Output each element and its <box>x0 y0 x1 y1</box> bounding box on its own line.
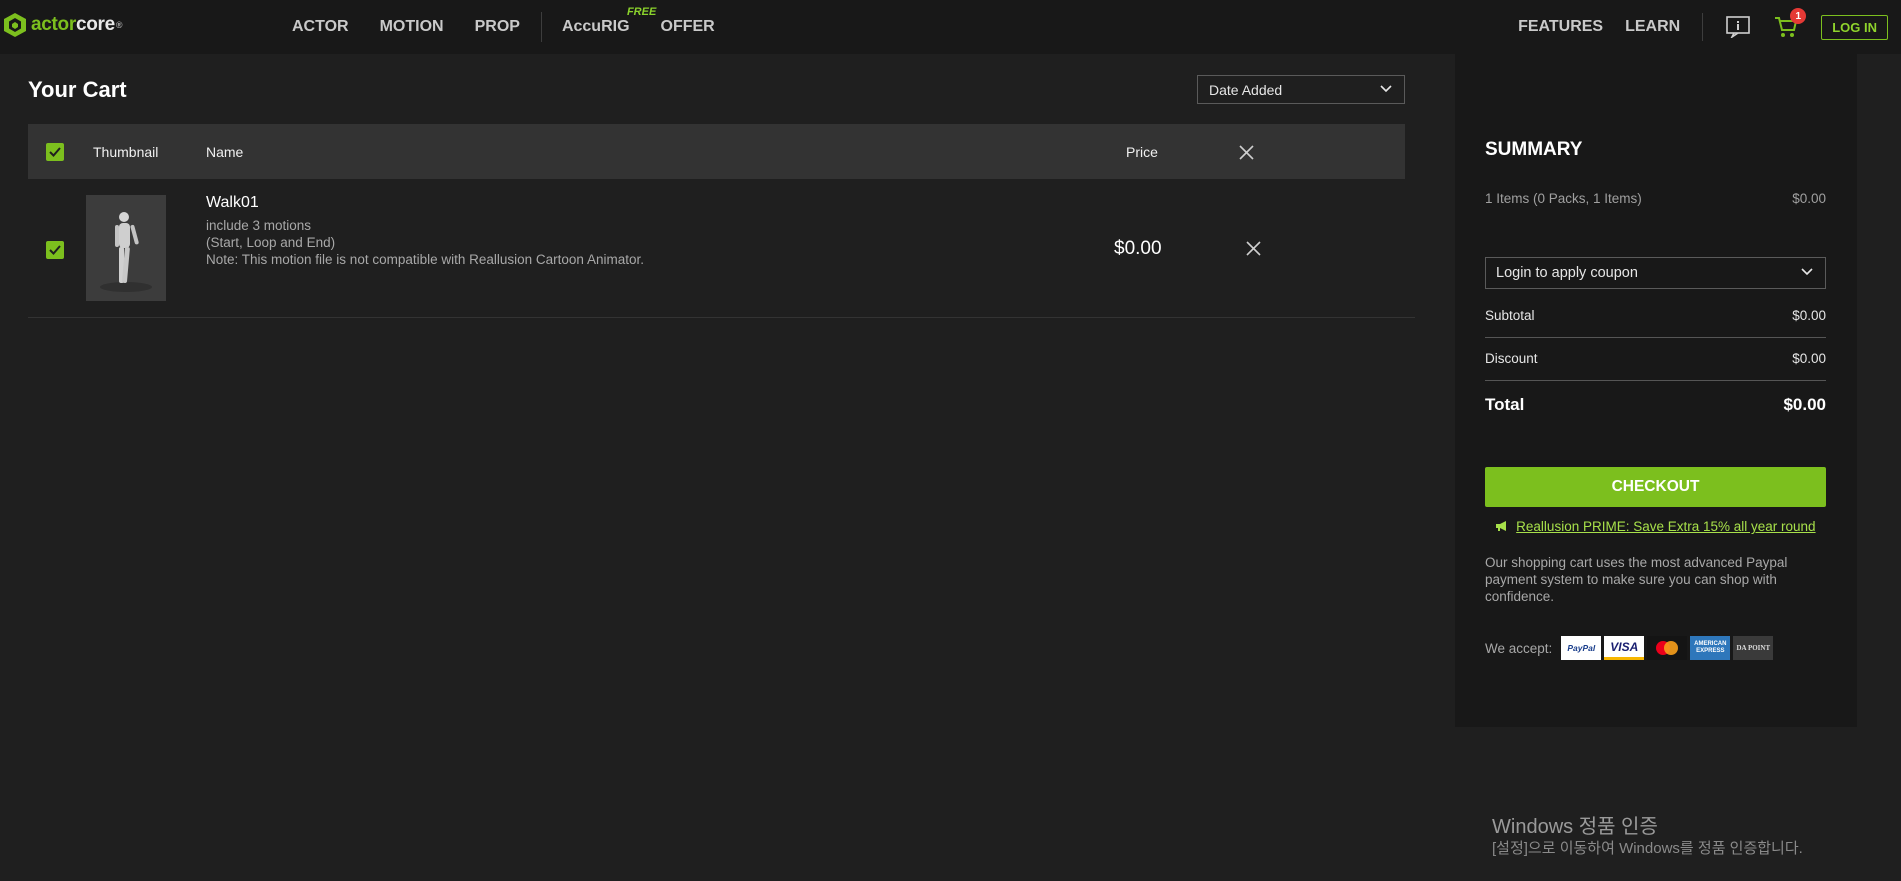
paypal-card-label: PayPal <box>1567 643 1596 653</box>
nav-accurig[interactable]: AccuRIG FREE <box>561 6 656 36</box>
actorcore-logo[interactable]: actor core ® <box>4 13 123 37</box>
visa-card-icon: VISA <box>1604 636 1645 660</box>
nav-offer[interactable]: OFFER <box>661 18 715 36</box>
item-description: include 3 motions (Start, Loop and End) … <box>206 217 644 268</box>
summary-divider <box>1485 337 1826 338</box>
logo-text-core: core <box>75 14 115 35</box>
total-label: Total <box>1485 395 1525 414</box>
select-all-checkbox[interactable] <box>46 143 64 161</box>
summary-title: SUMMARY <box>1485 139 1583 160</box>
remove-all-close-icon[interactable] <box>1239 145 1254 160</box>
da-point-card-label: DA POINT <box>1736 644 1771 652</box>
nav-motion[interactable]: MOTION <box>380 18 444 36</box>
logo-text-actor: actor <box>31 14 76 35</box>
summary-items-label: 1 Items (0 Packs, 1 Items) <box>1485 191 1642 206</box>
item-name[interactable]: Walk01 <box>206 194 259 212</box>
login-button[interactable]: LOG IN <box>1821 14 1888 40</box>
subtotal-label: Subtotal <box>1485 308 1535 323</box>
nav-features[interactable]: FEATURES <box>1518 18 1603 36</box>
right-nav: FEATURES LEARN 1 LOG IN <box>1518 0 1901 54</box>
total-line: Total $0.00 <box>1485 395 1826 415</box>
cart-count-badge: 1 <box>1790 8 1807 24</box>
item-desc-line1: include 3 motions <box>206 218 312 233</box>
summary-items-line: 1 Items (0 Packs, 1 Items) $0.00 <box>1485 191 1826 206</box>
coupon-dropdown[interactable]: Login to apply coupon <box>1485 257 1826 289</box>
chevron-down-icon <box>1380 85 1392 93</box>
check-icon <box>49 245 61 255</box>
discount-line: Discount $0.00 <box>1485 351 1826 366</box>
column-name: Name <box>206 144 244 160</box>
item-checkbox[interactable] <box>46 241 64 259</box>
character-figure-image <box>86 195 166 301</box>
nav-accurig-label: AccuRIG <box>561 18 630 35</box>
paypal-card-icon: PayPal <box>1561 636 1602 660</box>
coupon-label: Login to apply coupon <box>1496 265 1638 281</box>
sort-dropdown[interactable]: Date Added <box>1197 75 1405 104</box>
item-thumbnail[interactable] <box>86 195 166 301</box>
summary-items-value: $0.00 <box>1792 191 1826 206</box>
check-icon <box>49 147 61 157</box>
free-badge: FREE <box>626 6 657 18</box>
chevron-down-icon <box>1801 268 1813 276</box>
visa-card-label: VISA <box>1610 639 1639 654</box>
nav-learn[interactable]: LEARN <box>1625 18 1680 36</box>
order-summary-panel: SUMMARY 1 Items (0 Packs, 1 Items) $0.00… <box>1455 54 1857 727</box>
paypal-note: Our shopping cart uses the most advanced… <box>1485 555 1788 604</box>
sort-selected-value: Date Added <box>1209 82 1283 98</box>
nav-prop[interactable]: PROP <box>475 18 520 36</box>
feedback-icon[interactable] <box>1725 14 1751 40</box>
remove-item-close-icon[interactable] <box>1246 241 1261 256</box>
logo-registered-mark: ® <box>115 20 123 30</box>
nav-actor[interactable]: ACTOR <box>292 18 349 36</box>
column-price: Price <box>1126 144 1158 160</box>
nav-divider-right <box>1702 13 1704 41</box>
megaphone-icon <box>1496 521 1507 531</box>
summary-divider <box>1485 380 1826 381</box>
column-thumbnail: Thumbnail <box>93 144 159 160</box>
checkout-button[interactable]: CHECKOUT <box>1485 467 1826 507</box>
subtotal-value: $0.00 <box>1792 308 1826 323</box>
item-desc-note: Note: This motion file is not compatible… <box>206 252 644 267</box>
subtotal-line: Subtotal $0.00 <box>1485 308 1826 323</box>
prime-link[interactable]: Reallusion PRIME: Save Extra 15% all yea… <box>1516 519 1815 534</box>
cart-table-header: Thumbnail Name Price <box>28 124 1405 179</box>
table-row: Walk01 include 3 motions (Start, Loop an… <box>28 179 1415 318</box>
discount-label: Discount <box>1485 351 1538 366</box>
prime-promo: Reallusion PRIME: Save Extra 15% all yea… <box>1485 519 1826 534</box>
item-price: $0.00 <box>1114 238 1162 259</box>
amex-card-label: AMERICAN EXPRESS <box>1694 641 1727 654</box>
da-point-card-icon: DA POINT <box>1733 636 1774 660</box>
amex-card-icon: AMERICAN EXPRESS <box>1690 636 1731 660</box>
item-desc-line2: (Start, Loop and End) <box>206 235 336 250</box>
payment-methods: We accept: PayPal VISA AMERICAN EXPRESS … <box>1485 636 1774 660</box>
main-nav: ACTOR MOTION PROP AccuRIG FREE OFFER <box>292 0 746 54</box>
discount-value: $0.00 <box>1792 351 1826 366</box>
nav-divider <box>540 12 542 42</box>
cart-icon[interactable]: 1 <box>1773 8 1807 40</box>
page-title: Your Cart <box>28 77 127 102</box>
actorcore-logo-icon <box>4 13 26 37</box>
total-value: $0.00 <box>1783 395 1826 414</box>
windows-activation-message: [설정]으로 이동하여 Windows를 정품 인증합니다. <box>1492 840 1803 857</box>
windows-activation-title: Windows 정품 인증 <box>1492 816 1658 838</box>
mastercard-card-icon <box>1647 636 1688 660</box>
accept-label: We accept: <box>1485 640 1553 656</box>
top-navigation-bar: actor core ® ACTOR MOTION PROP AccuRIG FRE… <box>0 0 1901 54</box>
